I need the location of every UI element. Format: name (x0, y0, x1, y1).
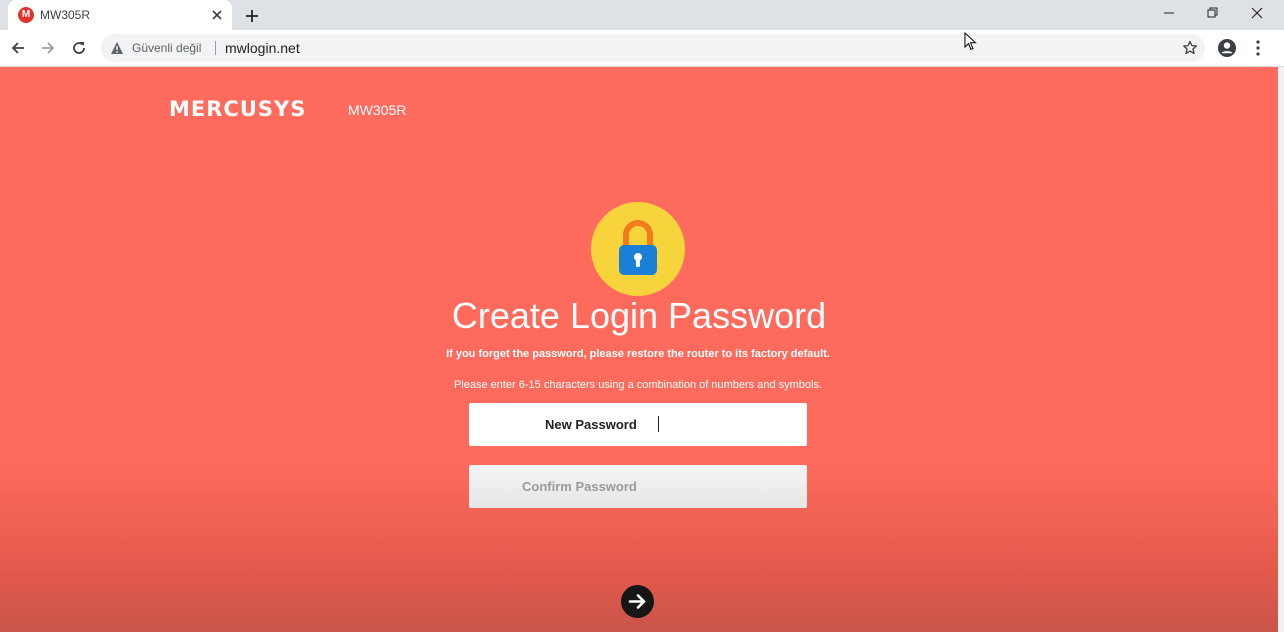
forward-icon[interactable] (36, 36, 60, 60)
tab-title: MW305R (40, 8, 91, 22)
page-title: Create Login Password (451, 295, 827, 336)
url-text[interactable]: mwlogin.net (225, 40, 300, 56)
confirm-password-field[interactable]: Confirm Password (469, 465, 807, 508)
new-password-label: New Password (545, 417, 637, 432)
back-icon[interactable] (6, 36, 30, 60)
new-tab-icon[interactable] (241, 5, 263, 27)
page-scrollbar[interactable] (1278, 67, 1284, 632)
mercusys-favicon-icon: M (18, 7, 34, 23)
brand-logo: MERCUSYS (169, 97, 307, 121)
arrow-right-icon (628, 594, 646, 609)
next-button[interactable] (621, 585, 654, 618)
browser-toolbar: Güvenli değil mwlogin.net (0, 30, 1284, 67)
tab-strip: M MW305R (0, 0, 1284, 30)
browser-tab[interactable]: M MW305R (8, 0, 232, 30)
lock-icon (619, 220, 657, 275)
text-caret (658, 416, 659, 432)
warning-icon[interactable] (110, 41, 124, 55)
menu-icon[interactable] (1249, 37, 1271, 59)
password-hint: Please enter 6-15 characters using a com… (453, 379, 823, 391)
lock-badge (591, 202, 685, 296)
close-window-icon[interactable] (1235, 0, 1279, 28)
browser-window: M MW305R Güvenli değil mwlogin.net MERCU… (0, 0, 1284, 632)
new-password-field[interactable]: New Password (469, 403, 807, 446)
mouse-cursor-icon (964, 32, 977, 51)
address-bar[interactable]: Güvenli değil mwlogin.net (101, 34, 1205, 62)
router-login-page: MERCUSYS MW305R Create Login Password If… (0, 67, 1278, 632)
security-label[interactable]: Güvenli değil (132, 41, 201, 55)
restore-icon[interactable] (1191, 0, 1235, 28)
model-name: MW305R (348, 102, 407, 118)
profile-icon[interactable] (1216, 37, 1238, 59)
minimize-icon[interactable] (1147, 0, 1191, 28)
reload-icon[interactable] (67, 36, 91, 60)
omnibox-divider (215, 41, 216, 55)
confirm-password-label: Confirm Password (522, 479, 637, 494)
factory-reset-notice: If you forget the password, please resto… (446, 348, 830, 360)
bookmark-star-icon[interactable] (1181, 39, 1199, 57)
tab-close-icon[interactable] (208, 6, 226, 24)
